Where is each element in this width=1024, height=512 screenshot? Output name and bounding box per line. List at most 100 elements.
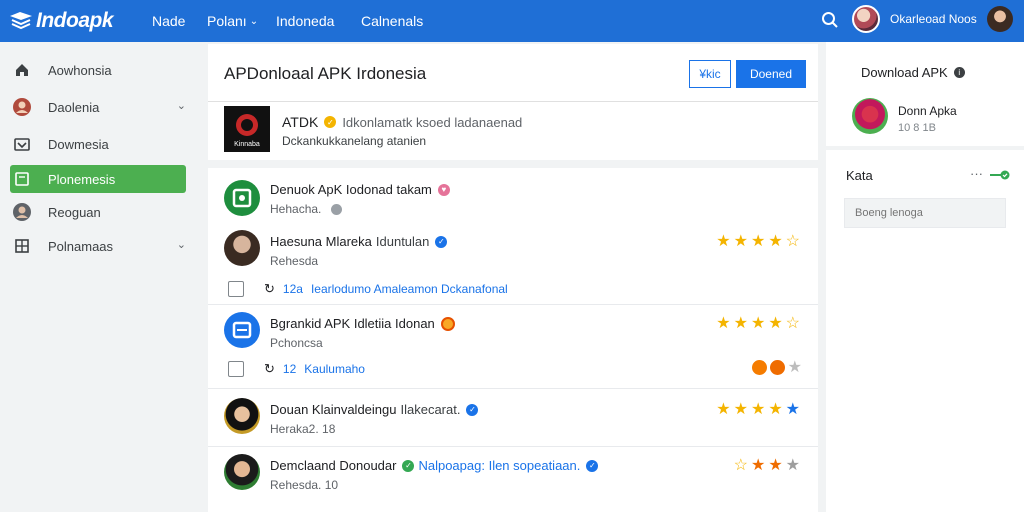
user-avatar bbox=[224, 230, 260, 266]
app-name: Haesuna Mlareka Iduntulan ✓ bbox=[270, 234, 448, 249]
account-name: Okarleoad Noos bbox=[890, 12, 977, 26]
person-icon bbox=[12, 202, 32, 222]
featured-logo-text: Kinnaba bbox=[234, 141, 260, 148]
avatar bbox=[852, 5, 880, 33]
logo-icon bbox=[10, 12, 32, 30]
sidebar-item-label: Dowmesia bbox=[48, 136, 109, 152]
star-icon: ★ bbox=[750, 457, 766, 474]
toggle-switch[interactable] bbox=[990, 170, 1010, 180]
app-name-text: Haesuna Mlareka bbox=[270, 234, 372, 249]
sidebar-item-label: Plonemesis bbox=[48, 171, 116, 187]
app-name: Demclaand Donoudar ✓ Nalpoapag: Ilen sop… bbox=[270, 458, 599, 473]
app-name-text: Denuok ApK Iodonad takam bbox=[270, 182, 432, 197]
nav-item-calnenals[interactable]: Calnenals bbox=[361, 0, 423, 42]
search-icon bbox=[822, 12, 838, 28]
star-rating: ★ ★ ★ ★ ☆ bbox=[713, 316, 800, 332]
right-panel: Download APK i Donn Apka 10 8 1B Kata ··… bbox=[826, 42, 1024, 512]
reaction-icons: ★ bbox=[749, 360, 802, 376]
nav-item-polani[interactable]: Polanı ⌄ bbox=[207, 0, 258, 42]
sidebar-item-label: Polnamaas bbox=[48, 238, 114, 254]
app-detail-line: ↻ 12 Kaulumaho bbox=[228, 360, 808, 378]
download-card-title: Download APK i bbox=[861, 65, 965, 80]
nav-label: Polanı bbox=[207, 13, 247, 29]
app-name-text: Douan Klainvaldeingu bbox=[270, 402, 397, 417]
emoji-icon bbox=[440, 316, 455, 331]
app-name: Douan Klainvaldeingu Ilakecarat. ✓ bbox=[270, 402, 479, 417]
detail-link[interactable]: Iearlodumo Amaleamon Dckanafonal bbox=[311, 282, 508, 296]
app-logo[interactable]: Indoapk bbox=[8, 6, 114, 36]
select-checkbox[interactable] bbox=[228, 361, 244, 377]
info-icon[interactable]: i bbox=[953, 67, 965, 78]
verified-icon: ✓ bbox=[324, 116, 337, 128]
star-icon: ★ bbox=[716, 315, 731, 332]
star-icon: ★ bbox=[768, 315, 783, 332]
app-meta: Rehesda. 10 bbox=[270, 478, 339, 492]
app-name-extra: Ilakecarat. bbox=[400, 402, 461, 417]
app-meta: Rehesda bbox=[270, 254, 319, 268]
select-checkbox[interactable] bbox=[228, 281, 244, 297]
avatar bbox=[852, 98, 888, 134]
sidebar-item-reoguan[interactable]: Reoguan bbox=[10, 198, 186, 226]
app-name: Denuok ApK Iodonad takam ♥ bbox=[270, 182, 450, 197]
list-item[interactable]: Haesuna Mlareka Iduntulan ✓ Rehesda ★ ★ … bbox=[208, 224, 818, 302]
user-avatar-icon bbox=[12, 97, 32, 117]
star-icon: ★ bbox=[733, 315, 748, 332]
folder-icon bbox=[12, 169, 32, 189]
chevron-down-icon: ⌄ bbox=[249, 15, 259, 27]
app-meta-text: Hehacha. bbox=[270, 202, 322, 216]
user-avatar bbox=[224, 398, 260, 434]
list-item[interactable]: Bgrankid APK Idletiia Idonan Pchoncsa ★ … bbox=[208, 306, 818, 386]
featured-app-title: ATDK ✓ Idkonlamatk ksoed ladanaenad bbox=[282, 114, 522, 130]
list-item[interactable]: Denuok ApK Iodonad takam ♥ Hehacha. bbox=[208, 168, 818, 224]
sidebar-item-label: Reoguan bbox=[48, 204, 101, 220]
kata-card: Kata ··· bbox=[826, 150, 1024, 512]
download-user-name: Donn Apka bbox=[898, 104, 957, 118]
app-list: Denuok ApK Iodonad takam ♥ Hehacha. Haes… bbox=[208, 168, 818, 512]
heart-icon: ♥ bbox=[437, 183, 450, 196]
sidebar-item-plonemesis[interactable]: Plonemesis bbox=[10, 165, 186, 193]
star-icon: ★ bbox=[750, 315, 766, 332]
star-icon: ★ bbox=[785, 401, 800, 418]
star-icon: ★ bbox=[768, 233, 783, 250]
sidebar-item-polnamaas[interactable]: Polnamaas ⌄ bbox=[10, 232, 186, 260]
search-input[interactable] bbox=[844, 198, 1006, 228]
refresh-icon: ↻ bbox=[264, 361, 275, 376]
list-item[interactable]: Demclaand Donoudar ✓ Nalpoapag: Ilen sop… bbox=[208, 448, 818, 508]
featured-app-card[interactable]: Kinnaba ATDK ✓ Idkonlamatk ksoed ladanae… bbox=[208, 102, 818, 160]
sidebar-item-dowmesia[interactable]: Dowmesia bbox=[10, 130, 186, 158]
star-empty-icon: ☆ bbox=[785, 315, 800, 332]
star-icon: ★ bbox=[768, 457, 783, 474]
primary-button[interactable]: Doened bbox=[736, 60, 806, 88]
account-menu[interactable]: Okarleoad Noos bbox=[852, 4, 1018, 34]
search-button[interactable] bbox=[818, 8, 842, 32]
profile-avatar[interactable] bbox=[986, 6, 1013, 32]
star-rating: ☆ ★ ★ ★ bbox=[731, 458, 800, 474]
emoji-icon bbox=[769, 360, 785, 375]
sidebar-item-label: Aowhonsia bbox=[48, 62, 112, 78]
sidebar-item-aowhonsia[interactable]: Aowhonsia bbox=[10, 56, 186, 84]
star-icon: ★ bbox=[750, 233, 766, 250]
app-name-extra: Iduntulan bbox=[375, 234, 430, 249]
kata-label: Kata bbox=[846, 168, 873, 183]
list-item[interactable]: Douan Klainvaldeingu Ilakecarat. ✓ Herak… bbox=[208, 390, 818, 444]
emoji-icon bbox=[751, 360, 767, 375]
app-name-text: Demclaand Donoudar bbox=[270, 458, 397, 473]
info-icon bbox=[330, 204, 342, 216]
nav-label: Calnenals bbox=[361, 13, 424, 29]
featured-app-description: Idkonlamatk ksoed ladanaenad bbox=[342, 114, 523, 130]
divider bbox=[208, 388, 818, 389]
nav-item-indoneda[interactable]: Indoneda bbox=[276, 0, 334, 42]
sidebar-item-daolenia[interactable]: Daolenia ⌄ bbox=[10, 93, 186, 121]
star-icon: ★ bbox=[716, 401, 731, 418]
more-options-icon[interactable]: ··· bbox=[970, 166, 983, 181]
apps-grid-icon bbox=[12, 236, 32, 256]
star-icon: ★ bbox=[716, 233, 731, 250]
user-avatar bbox=[224, 454, 260, 490]
verified-icon: ✓ bbox=[402, 459, 415, 472]
refresh-icon: ↻ bbox=[264, 281, 275, 296]
main-header: APDonloaal APK Irdonesia ¥kic Doened bbox=[208, 44, 818, 102]
detail-link[interactable]: Kaulumaho bbox=[304, 362, 365, 376]
star-rating: ★ ★ ★ ★ ☆ bbox=[713, 234, 800, 250]
secondary-button[interactable]: ¥kic bbox=[689, 60, 731, 88]
nav-item-nade[interactable]: Nade bbox=[152, 0, 185, 42]
